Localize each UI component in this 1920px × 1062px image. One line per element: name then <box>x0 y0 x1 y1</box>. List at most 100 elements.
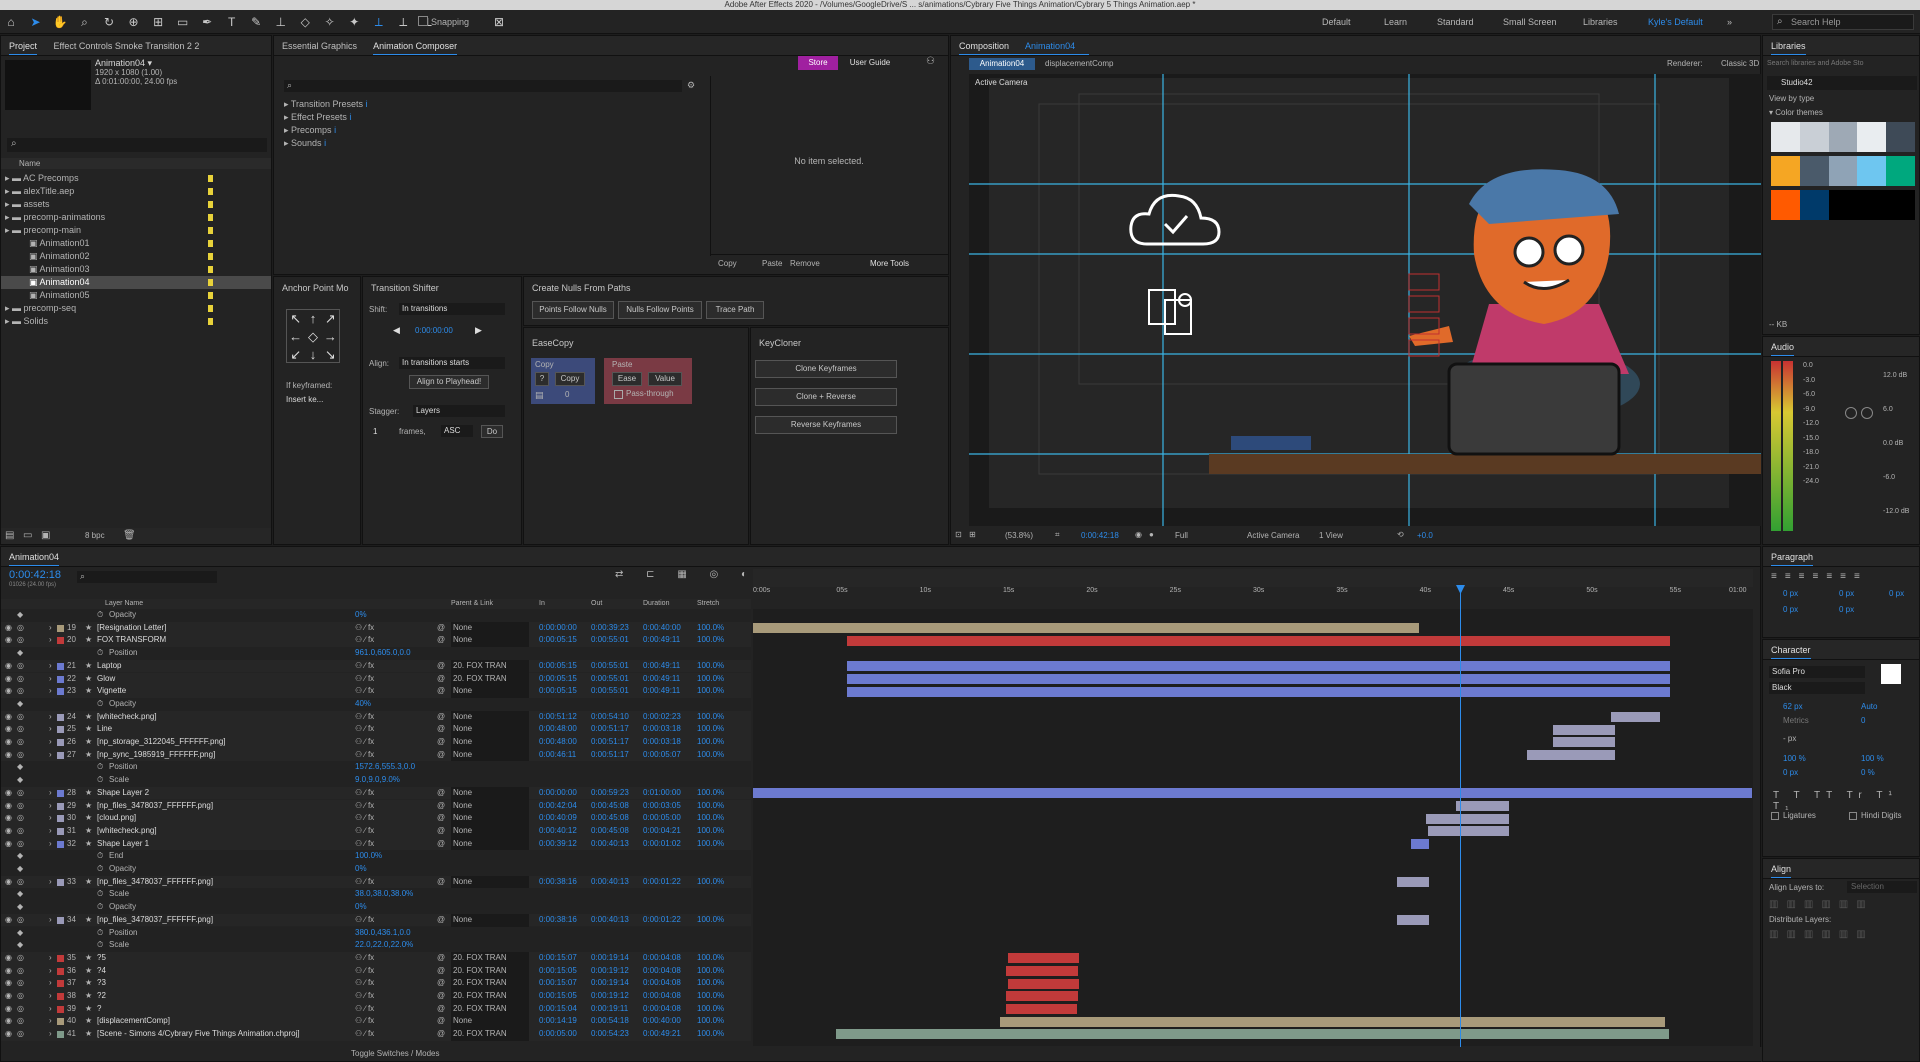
tab-libraries[interactable]: Libraries <box>1771 41 1806 55</box>
project-item[interactable]: ▣ Animation02 <box>1 250 271 263</box>
audio-icon[interactable]: ◎ <box>17 736 24 749</box>
audio-icon[interactable]: ◎ <box>17 1015 24 1028</box>
parent-pickwhip-icon[interactable]: @ <box>437 1015 445 1028</box>
time-ruler[interactable]: 0:00s 05s 10s 15s 20s 25s 30s 35s 40s 45s 50s 55s 01… <box>753 587 1753 599</box>
expand-icon[interactable]: › <box>49 800 52 813</box>
selection-tool-icon[interactable]: ➤ <box>27 13 45 31</box>
workspace-learn[interactable]: Learn <box>1384 10 1407 34</box>
stopwatch-icon[interactable]: ⏱ <box>97 939 103 952</box>
indent-right[interactable]: 0 px <box>1839 589 1854 598</box>
audio-icon[interactable]: ◎ <box>17 622 24 635</box>
shift-left-icon[interactable]: ◀ <box>393 325 400 336</box>
timeline-layer-row[interactable]: ◉ ◎ › 40 ★ [displacementComp] ⚇ ∕ fx @ None 0:00:… <box>1 1015 751 1029</box>
switches-icon[interactable]: ⚇ ∕ fx <box>355 634 374 647</box>
parent-pickwhip-icon[interactable]: @ <box>437 914 445 927</box>
label-color[interactable] <box>57 815 64 823</box>
switches-icon[interactable]: ⚇ ∕ fx <box>355 812 374 825</box>
parent-pickwhip-icon[interactable]: @ <box>437 685 445 698</box>
color-swatch[interactable] <box>1771 190 1800 220</box>
layer-bar[interactable] <box>1005 1004 1078 1014</box>
hindi-digits-checkbox[interactable] <box>1849 812 1857 820</box>
layer-stretch[interactable]: 100.0% <box>697 685 724 698</box>
project-name-column[interactable]: Name <box>1 158 271 169</box>
parent-dropdown[interactable]: 20. FOX TRAN <box>451 659 529 673</box>
color-swatch[interactable] <box>1828 122 1858 152</box>
layer-duration[interactable]: 0:01:00:00 <box>643 787 681 800</box>
composer-settings-icon[interactable]: ⚙ <box>687 80 695 91</box>
audio-icon[interactable]: ◎ <box>17 876 24 889</box>
timeline-property-row[interactable]: ◆ ⏱ Scale 9.0,9.0,9.0% <box>1 774 751 787</box>
layer-name[interactable]: Shape Layer 2 <box>97 787 367 800</box>
snap-options-icon[interactable]: ⊠ <box>490 13 508 31</box>
col-layer-name[interactable]: Layer Name <box>105 599 143 609</box>
label-color[interactable] <box>57 993 64 1000</box>
eye-icon[interactable]: ◉ <box>5 685 12 698</box>
expand-icon[interactable]: › <box>49 1003 52 1016</box>
project-search-input[interactable]: ⌕ <box>7 138 267 152</box>
property-value[interactable]: 38.0,38.0,38.0% <box>355 888 413 901</box>
layer-name[interactable]: [Scene - Simons 4/Cybrary Five Things An… <box>97 1028 367 1041</box>
layer-name[interactable]: FOX TRANSFORM <box>97 634 367 647</box>
timeline-layer-row[interactable]: ◉ ◎ › 25 ★ Line ⚇ ∕ fx @ None 0:00:48:00 0:00:51:1… <box>1 723 751 736</box>
layer-name[interactable]: Line <box>97 723 367 736</box>
layer-stretch[interactable]: 100.0% <box>697 990 724 1003</box>
layer-name[interactable]: ?2 <box>97 990 367 1003</box>
eye-icon[interactable]: ◉ <box>5 711 12 724</box>
keyframe-nav-icon[interactable]: ◆ <box>17 761 23 774</box>
color-swatch[interactable] <box>1886 122 1915 152</box>
label-color[interactable] <box>208 305 213 312</box>
channel-icon[interactable]: ● <box>1149 530 1154 539</box>
tree-effect-presets[interactable]: ▸ Effect Presets i <box>284 111 368 124</box>
layer-stretch[interactable]: 100.0% <box>697 711 724 724</box>
passthrough-checkbox[interactable] <box>614 390 623 399</box>
parent-dropdown[interactable]: None <box>451 786 529 800</box>
timeline-layer-row[interactable]: ◉ ◎ › 37 ★ ?3 ⚇ ∕ fx @20. FOX TRAN 0:00:15:07 0:0… <box>1 977 751 990</box>
switches-icon[interactable]: ⚇ ∕ fx <box>355 622 374 635</box>
trace-path-button[interactable]: Trace Path <box>706 301 764 319</box>
tsume[interactable]: 0 % <box>1861 768 1875 777</box>
tab-character[interactable]: Character <box>1771 645 1811 659</box>
workspace-small-screen[interactable]: Small Screen <box>1503 10 1557 34</box>
expand-icon[interactable]: › <box>49 965 52 978</box>
text-style-buttons[interactable]: T T TT Tr T¹ T₁ <box>1773 790 1919 812</box>
expand-icon[interactable]: › <box>49 990 52 1003</box>
rectangle-tool-icon[interactable]: ▭ <box>174 13 192 31</box>
tab-composition[interactable]: Composition Animation04 <box>959 41 1090 55</box>
switches-icon[interactable]: ⚇ ∕ fx <box>355 990 374 1003</box>
home-icon[interactable]: ⌂ <box>2 13 20 31</box>
switches-icon[interactable]: ⚇ ∕ fx <box>355 711 374 724</box>
layer-bar[interactable] <box>1006 965 1078 976</box>
eye-icon[interactable]: ◉ <box>5 1003 12 1016</box>
toggle-switches-modes[interactable]: Toggle Switches / Modes <box>351 1049 440 1058</box>
layer-name[interactable]: Vignette <box>97 685 367 698</box>
layer-in[interactable]: 0:00:42:04 <box>539 800 577 813</box>
indent-first[interactable]: 0 px <box>1889 589 1904 598</box>
reset-exposure-icon[interactable]: ⟲ <box>1397 530 1404 539</box>
parent-dropdown[interactable]: None <box>451 710 529 724</box>
library-dropdown[interactable]: Studio42 <box>1767 76 1917 90</box>
layer-duration[interactable]: 0:00:05:00 <box>643 812 681 825</box>
views-dropdown[interactable]: 1 View <box>1319 531 1343 540</box>
timeline-layer-row[interactable]: ◉ ◎ › 32 ★ Shape Layer 1 ⚇ ∕ fx @ None 0:00:39:12… <box>1 837 751 851</box>
parent-pickwhip-icon[interactable]: @ <box>437 952 445 965</box>
parent-dropdown[interactable]: None <box>451 799 529 813</box>
layer-out[interactable]: 0:00:54:10 <box>591 711 629 724</box>
snapshot-icon[interactable]: ◉ <box>1135 530 1142 539</box>
layer-out[interactable]: 0:00:40:13 <box>591 914 629 927</box>
expand-icon[interactable]: › <box>49 952 52 965</box>
color-swatch[interactable] <box>1799 122 1829 152</box>
layer-duration[interactable]: 0:00:05:07 <box>643 749 681 762</box>
col-duration[interactable]: Duration <box>643 599 669 609</box>
parent-pickwhip-icon[interactable]: @ <box>437 825 445 838</box>
stroke-width[interactable]: - px <box>1783 734 1796 743</box>
layer-in[interactable]: 0:00:51:12 <box>539 711 577 724</box>
property-value[interactable]: 380.0,436.1,0.0 <box>355 927 411 940</box>
current-time[interactable]: 0:00:42:18 <box>1081 531 1119 540</box>
layer-duration[interactable]: 0:00:03:18 <box>643 723 681 736</box>
parent-dropdown[interactable]: 20. FOX TRAN <box>451 964 529 978</box>
layer-out[interactable]: 0:00:19:11 <box>591 1003 628 1016</box>
paste-button[interactable]: Paste <box>762 259 782 268</box>
layer-in[interactable]: 0:00:05:15 <box>539 673 577 686</box>
layer-name[interactable]: Shape Layer 1 <box>97 838 367 851</box>
eye-icon[interactable]: ◉ <box>5 634 12 647</box>
